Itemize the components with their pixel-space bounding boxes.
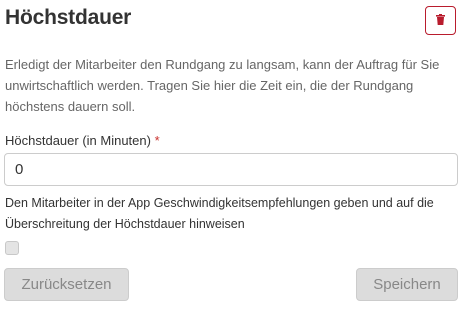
delete-button[interactable] <box>425 6 456 35</box>
max-duration-label-text: Höchstdauer (in Minuten) <box>5 133 151 148</box>
required-marker: * <box>154 133 160 148</box>
save-button[interactable]: Speichern <box>356 268 458 301</box>
reset-button[interactable]: Zurücksetzen <box>4 268 129 301</box>
description-text: Erledigt der Mitarbeiter den Rundgang zu… <box>5 57 440 114</box>
speed-recommendation-label: Den Mitarbeiter in der App Geschwindigke… <box>5 196 434 231</box>
page-title: Höchstdauer <box>5 6 132 29</box>
max-duration-label: Höchstdauer (in Minuten) * <box>5 133 160 148</box>
max-duration-input[interactable] <box>4 153 458 186</box>
speed-recommendation-checkbox[interactable] <box>5 241 19 255</box>
trash-icon <box>436 12 445 30</box>
